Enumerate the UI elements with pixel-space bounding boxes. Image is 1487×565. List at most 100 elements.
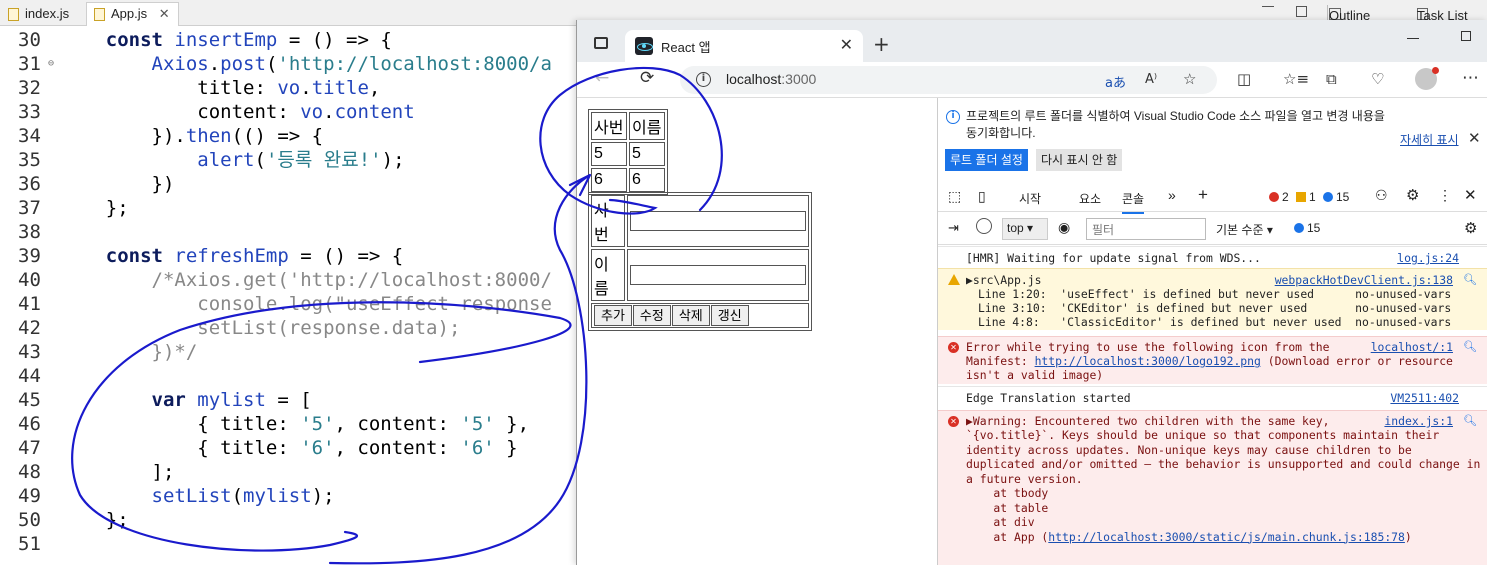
table-cell[interactable]: 6 <box>629 168 665 192</box>
search-icon[interactable]: 🔍︎ <box>1463 414 1477 427</box>
url-text[interactable]: localhost:3000 <box>726 71 816 87</box>
profile-avatar[interactable] <box>1415 67 1439 90</box>
add-button[interactable]: 추가 <box>594 305 632 326</box>
warning-count-badge[interactable]: 1 <box>1296 190 1316 204</box>
levels-count[interactable]: 15 <box>1294 221 1320 235</box>
address-bar[interactable]: i localhost:3000 aあ A⁾ ☆ <box>680 66 1217 94</box>
settings-gear-icon[interactable]: ⚙ <box>1406 186 1419 204</box>
dont-show-again-button[interactable]: 다시 표시 안 함 <box>1036 149 1123 171</box>
code-line[interactable]: 50 }; <box>0 508 576 532</box>
log-levels-dropdown[interactable]: 기본 수준 ▾ <box>1216 221 1273 238</box>
context-select[interactable]: top ▾ <box>1002 218 1048 240</box>
tab-actions-icon[interactable] <box>594 37 608 49</box>
back-arrow-icon[interactable]: ← <box>595 68 609 88</box>
notice-text: 프로젝트의 루트 폴더를 식별하여 Visual Studio Code 소스 … <box>966 109 1385 140</box>
code-line[interactable]: 31 ⊖ Axios.post('http://localhost:8000/a <box>0 52 576 76</box>
refresh-button[interactable]: 갱신 <box>710 305 749 326</box>
code-line[interactable]: 33 content: vo.content <box>0 100 576 124</box>
code-text: Axios.post('http://localhost:8000/a <box>151 53 552 75</box>
tab-index-js[interactable]: index.js <box>0 2 78 26</box>
code-line[interactable]: 46 { title: '5', content: '5' }, <box>0 412 576 436</box>
table-cell[interactable]: 6 <box>591 168 627 192</box>
search-icon[interactable]: 🔍︎ <box>1463 340 1477 353</box>
code-line[interactable]: 36 }) <box>0 172 576 196</box>
close-icon[interactable]: ✕ <box>840 35 853 54</box>
source-link[interactable]: index.js:1 <box>1384 414 1453 428</box>
code-line[interactable]: 51 <box>0 532 576 556</box>
code-line[interactable]: 44 <box>0 364 576 388</box>
tab-welcome[interactable]: 시작 <box>1019 190 1041 207</box>
manifest-icon-link[interactable]: http://localhost:3000/logo192.png <box>1035 354 1261 368</box>
performance-heart-icon[interactable]: ♡ <box>1371 70 1384 88</box>
code-line[interactable]: 47 { title: '6', content: '6' } <box>0 436 576 460</box>
maximize-icon[interactable] <box>1296 6 1307 17</box>
error-title[interactable]: ▶Warning: Encountered two children with … <box>966 414 1329 429</box>
close-icon[interactable]: ✕ <box>1468 129 1481 147</box>
code-line[interactable]: 37 }; <box>0 196 576 220</box>
minimize-icon[interactable] <box>1407 38 1419 39</box>
error-count-badge[interactable]: 2 <box>1269 190 1289 204</box>
code-line[interactable]: 42 setList(response.data); <box>0 316 576 340</box>
add-tab-icon[interactable]: + <box>1198 185 1208 205</box>
favorites-icon[interactable]: ☆≡ <box>1283 70 1309 88</box>
source-link[interactable]: webpackHotDevClient.js:138 <box>1275 273 1453 287</box>
code-line[interactable]: 32 title: vo.title, <box>0 76 576 100</box>
search-icon[interactable]: 🔍︎ <box>1463 273 1477 286</box>
form-row-buttons: 추가 수정 삭제 갱신 <box>591 303 809 328</box>
cast-icon[interactable]: ⚇ <box>1375 187 1388 204</box>
code-line[interactable]: 48 ]; <box>0 460 576 484</box>
minimize-icon[interactable] <box>1262 6 1274 7</box>
eye-icon[interactable]: ◉ <box>1058 219 1070 236</box>
table-cell[interactable]: 5 <box>591 142 627 166</box>
close-icon[interactable]: ✕ <box>159 6 170 21</box>
code-line[interactable]: 38 <box>0 220 576 244</box>
maximize-icon[interactable] <box>1461 31 1471 41</box>
code-line[interactable]: 39 const refreshEmp = () => { <box>0 244 576 268</box>
code-line[interactable]: 40 /*Axios.get('http://localhost:8000/ <box>0 268 576 292</box>
code-line[interactable]: 45 var mylist = [ <box>0 388 576 412</box>
fold-toggle-icon[interactable]: ⊖ <box>48 52 54 76</box>
source-link[interactable]: localhost/:1 <box>1371 340 1453 354</box>
info-icon[interactable]: i <box>696 72 711 87</box>
source-link[interactable]: log.js:24 <box>1397 251 1459 265</box>
tab-app-js[interactable]: App.js ✕ <box>86 2 179 26</box>
code-line[interactable]: 30 const insertEmp = () => { <box>0 28 576 52</box>
settings-gear-icon[interactable]: ⚙ <box>1464 219 1477 237</box>
stack-trace-link[interactable]: http://localhost:3000/static/js/main.chu… <box>1048 530 1405 544</box>
more-tabs-chevron-icon[interactable]: » <box>1168 187 1176 203</box>
tab-console[interactable]: 콘솔 <box>1122 190 1145 214</box>
tab-elements[interactable]: 요소 <box>1079 190 1101 207</box>
code-line[interactable]: 41 console.log("useEffect response <box>0 292 576 316</box>
delete-button[interactable]: 삭제 <box>671 305 710 326</box>
split-screen-icon[interactable]: ◫ <box>1237 70 1251 88</box>
close-icon[interactable]: ✕ <box>1464 186 1477 204</box>
filter-input[interactable]: 필터 <box>1086 218 1206 240</box>
more-options-icon[interactable]: ⋮ <box>1438 187 1452 204</box>
source-link[interactable]: VM2511:402 <box>1390 391 1459 405</box>
code-line[interactable]: 49 setList(mylist); <box>0 484 576 508</box>
id-input[interactable] <box>630 211 806 231</box>
edit-button[interactable]: 수정 <box>632 305 671 326</box>
new-tab-button[interactable]: + <box>873 32 890 56</box>
info-count-badge[interactable]: 15 <box>1323 190 1349 204</box>
translate-icon[interactable]: aあ <box>1105 72 1126 91</box>
code-line[interactable]: 34 }).then(() => { <box>0 124 576 148</box>
code-line[interactable]: 43 })*/ <box>0 340 576 364</box>
table-cell[interactable]: 5 <box>629 142 665 166</box>
warning-title[interactable]: ▶src\App.js <box>966 273 1041 288</box>
browser-tab[interactable]: React 앱 ✕ <box>625 30 863 62</box>
collections-icon[interactable]: ⧉ <box>1326 70 1337 88</box>
more-menu-icon[interactable]: ⋯ <box>1462 68 1479 88</box>
set-root-folder-button[interactable]: 루트 폴더 설정 <box>945 149 1028 171</box>
clear-console-icon[interactable] <box>976 218 992 234</box>
device-emulation-icon[interactable]: ▯ <box>978 188 986 205</box>
code-area[interactable]: 30 const insertEmp = () => {31 ⊖ Axios.po… <box>0 28 576 555</box>
name-input[interactable] <box>630 265 806 285</box>
read-aloud-icon[interactable]: A⁾ <box>1145 72 1157 87</box>
code-line[interactable]: 35 alert('등록 완료!'); <box>0 148 576 172</box>
favorite-star-icon[interactable]: ☆ <box>1183 70 1196 88</box>
sidebar-toggle-icon[interactable]: ⇥ <box>948 220 959 236</box>
inspect-icon[interactable]: ⬚ <box>948 188 961 205</box>
learn-more-link[interactable]: 자세히 표시 <box>1400 131 1459 148</box>
refresh-icon[interactable]: ⟳ <box>640 68 654 88</box>
